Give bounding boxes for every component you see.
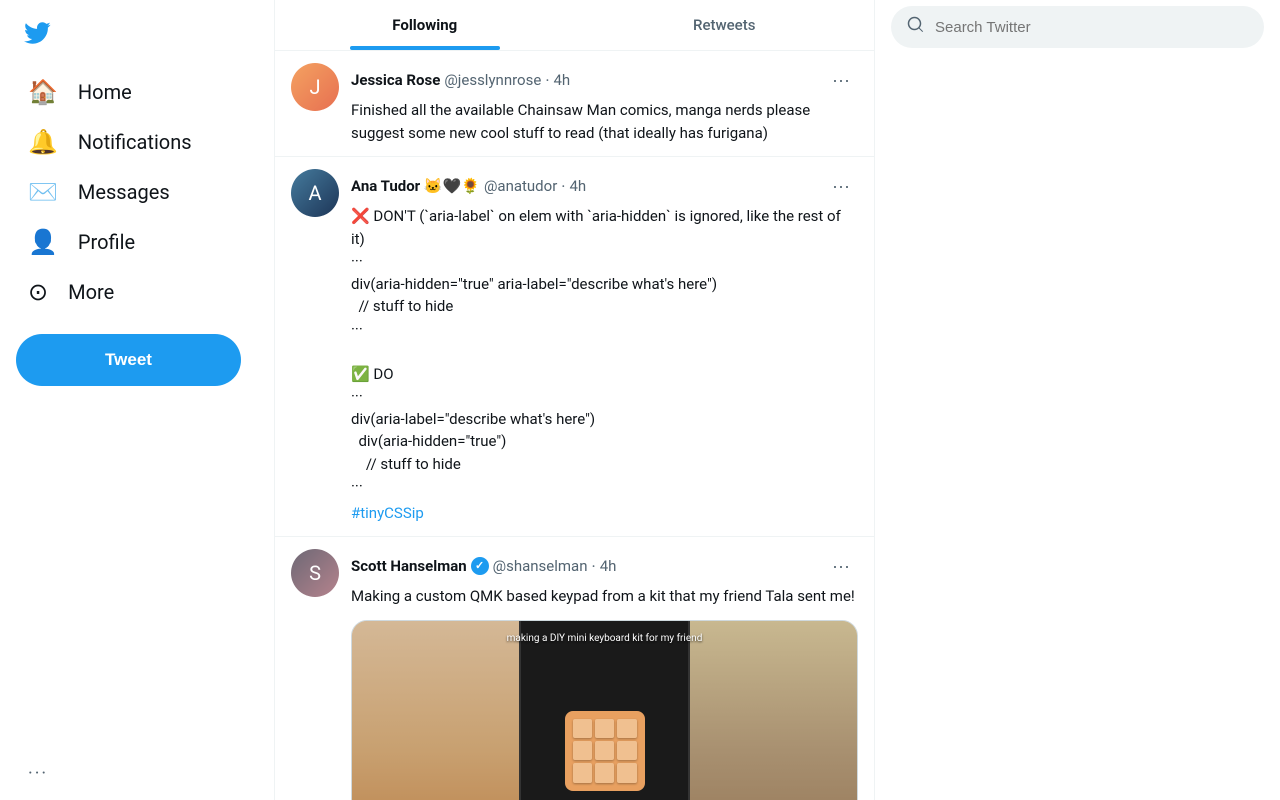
tweet-time: 4h xyxy=(554,71,571,89)
tweet-content: Scott Hanselman ✓ @shanselman · 4h ··· M… xyxy=(351,549,858,800)
image-col-left xyxy=(352,621,519,800)
tweet-content: Jessica Rose @jesslynnrose · 4h ··· Fini… xyxy=(351,63,858,144)
main-feed: Following Retweets J Jessica Rose @jessl… xyxy=(275,0,875,800)
tweet-meta: Ana Tudor 🐱🖤🌻 @anatudor · 4h xyxy=(351,177,586,196)
key-cell xyxy=(595,763,614,782)
tweet-hashtag[interactable]: #tinyCSSip xyxy=(351,502,858,525)
key-cell xyxy=(595,741,614,760)
tweet-separator: · xyxy=(592,557,596,576)
search-bar[interactable] xyxy=(891,6,1264,48)
tweet-text: Making a custom QMK based keypad from a … xyxy=(351,585,858,608)
tweet-more-button[interactable]: ··· xyxy=(824,63,858,97)
search-input[interactable] xyxy=(935,19,1248,36)
nav-item-profile[interactable]: 👤 Profile xyxy=(12,218,262,266)
messages-icon: ✉️ xyxy=(28,180,58,204)
tweet-separator: · xyxy=(561,177,565,196)
search-icon xyxy=(907,16,925,38)
tweet-time: 4h xyxy=(600,557,617,575)
verified-badge: ✓ xyxy=(471,557,489,575)
avatar: S xyxy=(291,549,339,597)
key-cell xyxy=(617,741,636,760)
image-col-mid: making a DIY mini keyboard kit for my fr… xyxy=(519,621,690,800)
avatar: J xyxy=(291,63,339,111)
tweet-card[interactable]: S Scott Hanselman ✓ @shanselman · 4h ···… xyxy=(275,537,874,800)
nav-label-messages: Messages xyxy=(78,180,170,204)
tweet-header: Ana Tudor 🐱🖤🌻 @anatudor · 4h ··· xyxy=(351,169,858,203)
more-icon: ⊙ xyxy=(28,280,48,304)
tweet-button[interactable]: Tweet xyxy=(16,334,241,386)
tweet-meta: Scott Hanselman ✓ @shanselman · 4h xyxy=(351,557,616,576)
tweet-name: Jessica Rose xyxy=(351,71,440,89)
tweet-list: J Jessica Rose @jesslynnrose · 4h ··· Fi… xyxy=(275,51,874,800)
sidebar: 🏠 Home 🔔 Notifications ✉️ Messages 👤 Pro… xyxy=(0,0,275,800)
tweet-card[interactable]: A Ana Tudor 🐱🖤🌻 @anatudor · 4h ··· ❌ DON… xyxy=(275,157,874,537)
tab-bar: Following Retweets xyxy=(275,0,874,51)
nav-label-home: Home xyxy=(78,80,132,104)
image-col-right xyxy=(690,621,857,800)
nav-label-more: More xyxy=(68,280,114,304)
tweet-content: Ana Tudor 🐱🖤🌻 @anatudor · 4h ··· ❌ DON'T… xyxy=(351,169,858,524)
tweet-name: Scott Hanselman xyxy=(351,557,467,575)
tweet-separator: · xyxy=(545,71,549,90)
tweet-more-button[interactable]: ··· xyxy=(824,169,858,203)
tweet-handle: @jesslynnrose xyxy=(444,71,541,89)
notifications-icon: 🔔 xyxy=(28,130,58,154)
nav-label-notifications: Notifications xyxy=(78,130,192,154)
nav-item-notifications[interactable]: 🔔 Notifications xyxy=(12,118,262,166)
profile-icon: 👤 xyxy=(28,230,58,254)
right-sidebar xyxy=(875,0,1280,800)
nav-list: 🏠 Home 🔔 Notifications ✉️ Messages 👤 Pro… xyxy=(12,66,262,318)
home-icon: 🏠 xyxy=(28,80,58,104)
tweet-text: Finished all the available Chainsaw Man … xyxy=(351,99,858,144)
nav-item-home[interactable]: 🏠 Home xyxy=(12,68,262,116)
nav-label-profile: Profile xyxy=(78,230,135,254)
tweet-image: making a DIY mini keyboard kit for my fr… xyxy=(351,620,858,800)
key-cell xyxy=(573,741,592,760)
key-cell xyxy=(573,763,592,782)
tweet-text: ❌ DON'T (`aria-label` on elem with `aria… xyxy=(351,205,858,498)
tweet-meta: Jessica Rose @jesslynnrose · 4h xyxy=(351,71,570,90)
key-cell xyxy=(617,763,636,782)
tweet-name: Ana Tudor 🐱🖤🌻 xyxy=(351,177,480,195)
tweet-header: Jessica Rose @jesslynnrose · 4h ··· xyxy=(351,63,858,97)
keyboard-grid xyxy=(565,711,645,791)
tweet-time: 4h xyxy=(569,177,586,195)
key-cell xyxy=(573,719,592,738)
tab-retweets[interactable]: Retweets xyxy=(575,0,875,50)
image-overlay-text: making a DIY mini keyboard kit for my fr… xyxy=(507,633,703,644)
key-cell xyxy=(595,719,614,738)
nav-item-messages[interactable]: ✉️ Messages xyxy=(12,168,262,216)
tweet-handle: @shanselman xyxy=(493,557,588,575)
more-dots-bottom: ··· xyxy=(12,747,262,800)
tab-following[interactable]: Following xyxy=(275,0,575,50)
avatar: A xyxy=(291,169,339,217)
tweet-handle: @anatudor xyxy=(484,177,557,195)
tweet-card[interactable]: J Jessica Rose @jesslynnrose · 4h ··· Fi… xyxy=(275,51,874,157)
nav-item-more[interactable]: ⊙ More xyxy=(12,268,262,316)
tweet-header: Scott Hanselman ✓ @shanselman · 4h ··· xyxy=(351,549,858,583)
tweet-more-button[interactable]: ··· xyxy=(824,549,858,583)
key-cell xyxy=(617,719,636,738)
twitter-logo[interactable] xyxy=(12,8,62,58)
